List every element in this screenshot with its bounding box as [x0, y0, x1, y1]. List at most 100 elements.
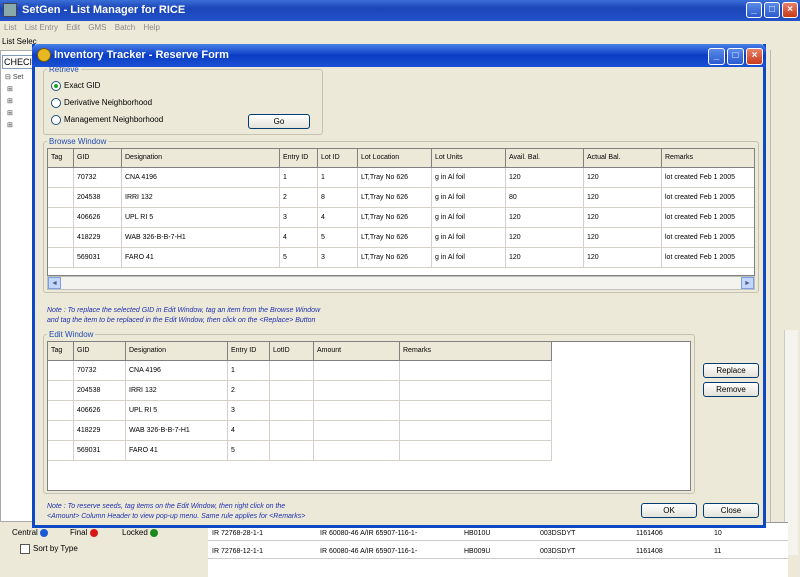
table-cell[interactable] — [48, 228, 74, 248]
menu-list[interactable]: List — [4, 21, 16, 34]
table-cell[interactable] — [400, 381, 552, 401]
col-lotid[interactable]: LotID — [270, 342, 314, 361]
minimize-icon[interactable]: _ — [708, 48, 725, 65]
remove-button[interactable]: Remove — [703, 382, 759, 397]
table-cell[interactable]: 120 — [584, 168, 662, 188]
col-gid[interactable]: GID — [74, 149, 122, 168]
table-cell[interactable]: 120 — [584, 188, 662, 208]
table-cell[interactable]: UPL RI 5 — [122, 208, 280, 228]
col-avail-bal[interactable]: Avail. Bal. — [506, 149, 584, 168]
table-cell[interactable]: 3 — [280, 208, 318, 228]
table-cell[interactable]: 70732 — [74, 361, 126, 381]
table-row[interactable]: 569031 FARO 41 5 3 LT,Tray No 626 g in Al foi… — [48, 248, 754, 268]
table-cell[interactable] — [270, 381, 314, 401]
ok-button[interactable]: OK — [641, 503, 697, 518]
table-cell[interactable]: WAB 326-B-B-7-H1 — [122, 228, 280, 248]
table-cell[interactable] — [48, 441, 74, 461]
table-cell[interactable]: 1 — [280, 168, 318, 188]
table-cell[interactable]: 120 — [584, 208, 662, 228]
col-remarks[interactable]: Remarks — [662, 149, 754, 168]
table-cell[interactable]: 4 — [228, 421, 270, 441]
table-cell[interactable] — [314, 401, 400, 421]
table-cell[interactable]: g in Al foil — [432, 188, 506, 208]
radio-derivative-neighborhood[interactable]: Derivative Neighborhood — [51, 98, 152, 108]
table-cell[interactable]: 406626 — [74, 208, 122, 228]
table-cell[interactable]: LT,Tray No 626 — [358, 208, 432, 228]
radio-management-neighborhood[interactable]: Management Neighborhood — [51, 115, 163, 125]
table-row[interactable]: 418229 WAB 326-B-B-7-H1 4 — [48, 421, 552, 441]
table-cell[interactable]: IRRI 132 — [126, 381, 228, 401]
table-cell[interactable]: 3 — [318, 248, 358, 268]
table-row[interactable]: 569031 FARO 41 5 — [48, 441, 552, 461]
table-cell[interactable] — [48, 421, 74, 441]
sort-by-type-checkbox[interactable]: Sort by Type — [20, 544, 78, 554]
col-lot-location[interactable]: Lot Location — [358, 149, 432, 168]
col-entry-id[interactable]: Entry ID — [280, 149, 318, 168]
scroll-left-icon[interactable]: ◄ — [48, 277, 61, 289]
table-cell[interactable] — [314, 441, 400, 461]
tree-node[interactable]: ⊞ — [5, 121, 23, 133]
minimize-icon[interactable]: _ — [746, 2, 762, 18]
table-cell[interactable] — [270, 421, 314, 441]
table-cell[interactable] — [48, 361, 74, 381]
table-cell[interactable] — [270, 401, 314, 421]
table-cell[interactable]: FARO 41 — [126, 441, 228, 461]
col-tag[interactable]: Tag — [48, 149, 74, 168]
table-cell[interactable] — [48, 168, 74, 188]
table-cell[interactable]: g in Al foil — [432, 168, 506, 188]
table-cell[interactable] — [400, 421, 552, 441]
browse-horizontal-scrollbar[interactable]: ◄ ► — [47, 276, 755, 290]
table-cell[interactable]: 1 — [318, 168, 358, 188]
col-entry-id[interactable]: Entry ID — [228, 342, 270, 361]
table-cell[interactable]: 4 — [280, 228, 318, 248]
table-row[interactable]: 406626 UPL RI 5 3 4 LT,Tray No 626 g in Al fo… — [48, 208, 754, 228]
table-cell[interactable] — [314, 421, 400, 441]
col-designation[interactable]: Designation — [122, 149, 280, 168]
col-lot-id[interactable]: Lot ID — [318, 149, 358, 168]
tree-node[interactable]: ⊞ — [5, 97, 23, 109]
table-cell[interactable]: g in Al foil — [432, 248, 506, 268]
table-cell[interactable]: 406626 — [74, 401, 126, 421]
tree-node[interactable]: ⊞ — [5, 85, 23, 97]
table-cell[interactable]: LT,Tray No 626 — [358, 228, 432, 248]
table-cell[interactable] — [400, 401, 552, 421]
table-row[interactable]: 70732 CNA 4196 1 — [48, 361, 552, 381]
table-cell[interactable]: IRRI 132 — [122, 188, 280, 208]
col-actual-bal[interactable]: Actual Bal. — [584, 149, 662, 168]
table-cell[interactable]: 120 — [584, 228, 662, 248]
table-cell[interactable] — [48, 188, 74, 208]
table-cell[interactable]: LT,Tray No 626 — [358, 168, 432, 188]
tree-root[interactable]: ⊟ Set — [5, 73, 23, 85]
col-designation[interactable]: Designation — [126, 342, 228, 361]
table-cell[interactable]: LT,Tray No 626 — [358, 188, 432, 208]
table-cell[interactable] — [48, 401, 74, 421]
table-cell[interactable]: lot created Feb 1 2005 — [662, 168, 754, 188]
table-cell[interactable]: LT,Tray No 626 — [358, 248, 432, 268]
table-row[interactable]: 70732 CNA 4196 1 1 LT,Tray No 626 g in Al foi… — [48, 168, 754, 188]
table-row[interactable]: 406626 UPL RI 53 — [48, 401, 552, 421]
table-cell[interactable] — [314, 381, 400, 401]
menu-gms[interactable]: GMS — [88, 21, 106, 34]
table-cell[interactable]: 70732 — [74, 168, 122, 188]
table-cell[interactable]: 120 — [506, 168, 584, 188]
table-cell[interactable]: 120 — [584, 248, 662, 268]
dialog-title-bar[interactable]: Inventory Tracker - Reserve Form _ □ × — [32, 44, 766, 67]
col-tag[interactable]: Tag — [48, 342, 74, 361]
table-row[interactable]: 418229 WAB 326-B-B-7-H1 4 5 LT,Tray No 626 g … — [48, 228, 754, 248]
table-cell[interactable]: g in Al foil — [432, 228, 506, 248]
col-amount[interactable]: Amount — [314, 342, 400, 361]
menu-batch[interactable]: Batch — [115, 21, 135, 34]
table-cell[interactable]: 5 — [280, 248, 318, 268]
col-gid[interactable]: GID — [74, 342, 126, 361]
table-cell[interactable]: WAB 326-B-B-7-H1 — [126, 421, 228, 441]
scroll-right-icon[interactable]: ► — [741, 277, 754, 289]
table-cell[interactable] — [48, 381, 74, 401]
table-cell[interactable] — [400, 441, 552, 461]
table-row[interactable]: IR 72768-28-1-1 IR 60080-46 A/IR 65907-1… — [208, 527, 788, 541]
table-cell[interactable]: 204538 — [74, 188, 122, 208]
table-row[interactable]: IR 72768-12-1-1 IR 60080-46 A/IR 65907-1… — [208, 545, 788, 559]
table-cell[interactable]: CNA 4196 — [126, 361, 228, 381]
table-cell[interactable]: 8 — [318, 188, 358, 208]
maximize-icon[interactable]: □ — [764, 2, 780, 18]
table-cell[interactable]: lot created Feb 1 2005 — [662, 228, 754, 248]
